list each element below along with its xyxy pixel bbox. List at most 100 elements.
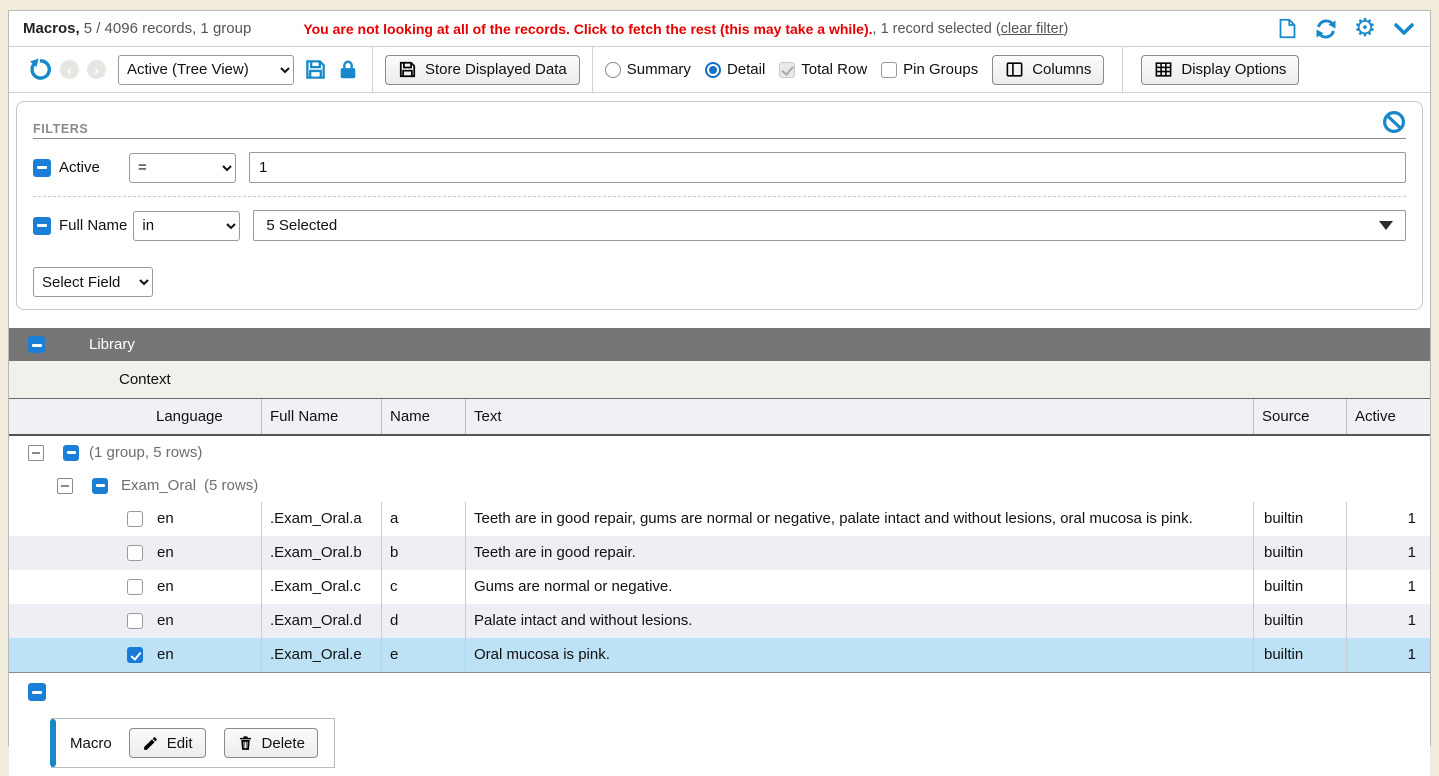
save-view-icon[interactable] xyxy=(303,58,327,82)
detail-label: Detail xyxy=(727,61,765,78)
forward-icon[interactable]: › xyxy=(87,60,106,79)
detail-radio[interactable] xyxy=(705,62,721,78)
tree-group-label: (1 group, 5 rows) xyxy=(89,444,202,461)
accent-bar xyxy=(50,719,56,767)
cell-name: b xyxy=(381,536,465,570)
collapse-group-icon[interactable] xyxy=(28,336,45,353)
cell-full-name: .Exam_Oral.e xyxy=(261,638,381,672)
column-header-active[interactable]: Active xyxy=(1346,399,1430,434)
row-checkbox[interactable] xyxy=(127,613,143,629)
cell-name: c xyxy=(381,570,465,604)
display-options-button[interactable]: Display Options xyxy=(1141,55,1299,85)
refresh-icon[interactable] xyxy=(1314,17,1338,41)
row-checkbox[interactable] xyxy=(127,579,143,595)
lock-icon[interactable] xyxy=(336,58,360,82)
cell-name: a xyxy=(381,502,465,536)
table-row[interactable]: en .Exam_Oral.d d Palate intact and with… xyxy=(9,604,1430,638)
cell-source: builtin xyxy=(1253,638,1346,672)
cell-active: 1 xyxy=(1346,536,1430,570)
cell-active: 1 xyxy=(1346,502,1430,536)
cell-full-name: .Exam_Oral.a xyxy=(261,502,381,536)
multiselect-value: 5 Selected xyxy=(266,217,337,234)
table-row-selected[interactable]: en .Exam_Oral.e e Oral mucosa is pink. b… xyxy=(9,638,1430,672)
filters-header: FILTERS xyxy=(33,110,1406,139)
edit-button[interactable]: Edit xyxy=(129,728,206,758)
page-title: Macros, xyxy=(23,20,80,37)
undo-icon[interactable] xyxy=(28,58,52,82)
library-group-label: Library xyxy=(89,336,135,353)
cell-source: builtin xyxy=(1253,536,1346,570)
columns-button[interactable]: Columns xyxy=(992,55,1104,85)
collapse-subtree-icon[interactable] xyxy=(57,478,73,494)
view-select[interactable]: Active (Tree View) xyxy=(118,55,294,85)
delete-button[interactable]: Delete xyxy=(224,728,318,758)
new-record-icon[interactable] xyxy=(1275,17,1299,41)
subgroup-name: Exam_Oral xyxy=(121,477,196,494)
record-count: 5 / 4096 records, 1 group xyxy=(84,20,252,37)
filter-multiselect-dropdown[interactable]: 5 Selected xyxy=(253,210,1406,241)
filter-row-full-name: Full Name in 5 Selected xyxy=(33,197,1406,254)
toolbar-divider xyxy=(1122,47,1123,92)
chevron-down-icon xyxy=(1379,221,1393,230)
filter-value-input[interactable] xyxy=(249,152,1406,183)
macro-action-panel: Macro Edit Delete xyxy=(51,718,335,768)
fetch-warning[interactable]: You are not looking at all of the record… xyxy=(303,21,872,37)
filter-operator-select[interactable]: = xyxy=(129,153,236,183)
cell-name: e xyxy=(381,638,465,672)
pin-groups-checkbox[interactable] xyxy=(881,62,897,78)
selected-info: , 1 record selected ( xyxy=(873,21,1001,37)
table-row[interactable]: en .Exam_Oral.b b Teeth are in good repa… xyxy=(9,536,1430,570)
table-row[interactable]: en .Exam_Oral.a a Teeth are in good repa… xyxy=(9,502,1430,536)
row-checkbox[interactable] xyxy=(127,545,143,561)
column-header-text[interactable]: Text xyxy=(465,399,1253,434)
cell-source: builtin xyxy=(1253,604,1346,638)
header-icons: ⚙ xyxy=(1275,17,1416,41)
cell-text: Palate intact and without lesions. xyxy=(465,604,1253,638)
column-header-row: Language Full Name Name Text Source Acti… xyxy=(9,399,1430,436)
cell-active: 1 xyxy=(1346,570,1430,604)
collapse-tree-icon[interactable] xyxy=(28,445,44,461)
filter-operator-select[interactable]: in xyxy=(133,211,240,241)
row-checkbox-checked[interactable] xyxy=(127,647,143,663)
macros-window: Macros, 5 / 4096 records, 1 group You ar… xyxy=(8,10,1431,746)
total-row-checkbox[interactable] xyxy=(779,62,795,78)
remove-filter-icon[interactable] xyxy=(33,217,51,235)
context-label: Context xyxy=(9,371,171,388)
back-icon[interactable]: ‹ xyxy=(60,60,79,79)
toolbar-divider xyxy=(372,47,373,92)
remove-filter-icon[interactable] xyxy=(33,159,51,177)
subgroup-minus-icon[interactable] xyxy=(92,478,108,494)
footer-section: Macro Edit Delete xyxy=(9,672,1430,776)
collapse-footer-icon[interactable] xyxy=(28,683,46,701)
group-minus-icon[interactable] xyxy=(63,445,79,461)
cell-language: en xyxy=(157,577,174,597)
columns-label: Columns xyxy=(1032,61,1091,78)
filter-row-active: Active = xyxy=(33,139,1406,197)
store-displayed-data-button[interactable]: Store Displayed Data xyxy=(385,55,580,85)
cell-full-name: .Exam_Oral.c xyxy=(261,570,381,604)
cell-source: builtin xyxy=(1253,570,1346,604)
column-header-source[interactable]: Source xyxy=(1253,399,1346,434)
row-checkbox[interactable] xyxy=(127,511,143,527)
column-header-name[interactable]: Name xyxy=(381,399,465,434)
column-header-language[interactable]: Language xyxy=(9,399,261,434)
settings-gear-icon[interactable]: ⚙ xyxy=(1353,17,1377,41)
column-header-full-name[interactable]: Full Name xyxy=(261,399,381,434)
collapse-panel-chevron-icon[interactable] xyxy=(1392,17,1416,41)
tree-subgroup-row: Exam_Oral (5 rows) xyxy=(9,469,1430,502)
cell-language: en xyxy=(157,611,174,631)
table-row[interactable]: en .Exam_Oral.c c Gums are normal or neg… xyxy=(9,570,1430,604)
cell-full-name: .Exam_Oral.b xyxy=(261,536,381,570)
select-field-dropdown[interactable]: Select Field xyxy=(33,267,153,297)
cell-active: 1 xyxy=(1346,638,1430,672)
toolbar-divider xyxy=(592,47,593,92)
selected-info-close: ) xyxy=(1064,21,1069,37)
cell-active: 1 xyxy=(1346,604,1430,638)
cell-text: Teeth are in good repair, gums are norma… xyxy=(465,502,1253,536)
clear-filters-icon[interactable] xyxy=(1382,110,1406,134)
cell-name: d xyxy=(381,604,465,638)
store-displayed-data-label: Store Displayed Data xyxy=(425,61,567,78)
clear-filter-link[interactable]: clear filter xyxy=(1001,21,1064,37)
summary-radio[interactable] xyxy=(605,62,621,78)
library-group-header: Library xyxy=(9,328,1430,361)
